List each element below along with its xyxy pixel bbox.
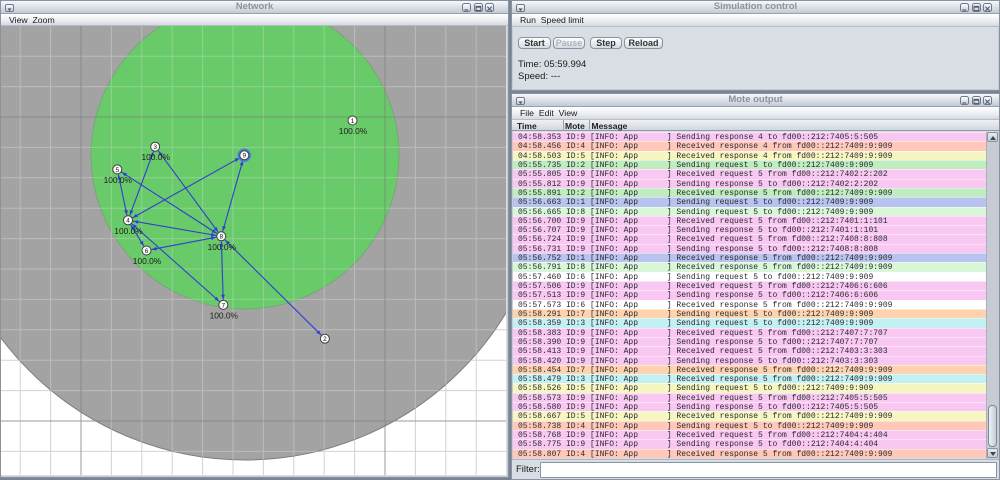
svg-text:100.0%: 100.0% [210,310,239,320]
svg-text:100.0%: 100.0% [339,126,368,136]
svg-text:5: 5 [115,167,119,174]
svg-text:100.0%: 100.0% [114,226,143,236]
svg-text:100.0%: 100.0% [104,175,133,185]
svg-text:2: 2 [323,336,327,343]
svg-text:9: 9 [242,153,246,160]
svg-text:6: 6 [145,248,149,255]
svg-text:100.0%: 100.0% [208,242,237,252]
svg-text:100.0%: 100.0% [141,152,170,162]
svg-text:1: 1 [351,118,355,125]
svg-text:7: 7 [221,302,225,309]
svg-text:8: 8 [219,234,223,241]
svg-text:4: 4 [126,218,130,225]
svg-text:100.0%: 100.0% [133,256,162,266]
svg-text:3: 3 [153,144,157,151]
